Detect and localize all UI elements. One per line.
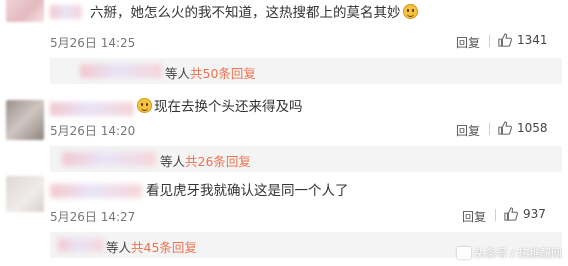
divider (495, 209, 496, 221)
like-count: 1058 (517, 121, 548, 135)
reply-count[interactable]: 共26条回复 (185, 154, 251, 169)
timestamp: 5月26日 14:20 (50, 124, 136, 138)
username[interactable] (50, 184, 142, 198)
like-count: 1341 (517, 33, 548, 47)
reply-button[interactable]: 回复 (462, 208, 486, 225)
timestamp: 5月26日 14:27 (50, 210, 136, 224)
reply-summary: 等人共26条回复 (160, 154, 251, 169)
reply-username (80, 64, 162, 78)
watermark-text: 头条号 / 热推配网 (474, 247, 562, 260)
avatar[interactable] (6, 0, 44, 22)
toutiao-logo-icon (457, 247, 472, 259)
divider (489, 123, 490, 135)
reply-thread-2[interactable]: 等人共26条回复 (50, 146, 562, 172)
reply-button[interactable]: 回复 (456, 122, 480, 139)
thumbs-up-icon (504, 207, 518, 221)
thumbs-up-icon (498, 121, 512, 135)
username[interactable] (50, 5, 82, 19)
reply-summary: 等人共50条回复 (165, 66, 256, 81)
avatar[interactable] (6, 176, 44, 212)
comment-2: 现在去换个头还来得及吗 5月26日 14:20 回复 1058 (0, 96, 568, 150)
like-button[interactable]: 1341 (498, 33, 548, 47)
smiley-emoji-icon (402, 4, 418, 19)
like-button[interactable]: 937 (504, 207, 546, 221)
comment-text: 六掰，她怎么火的我不知道，这热搜都上的莫名其妙 (90, 4, 418, 22)
comment-3: 看见虎牙我就确认这是同一个人了 5月26日 14:27 回复 937 (0, 176, 568, 230)
like-button[interactable]: 1058 (498, 121, 548, 135)
username[interactable] (50, 102, 134, 116)
reply-username (62, 152, 156, 166)
reply-username (58, 238, 104, 252)
comment-text: 现在去换个头还来得及吗 (137, 98, 303, 116)
reply-thread-1[interactable]: 等人共50条回复 (50, 58, 562, 84)
watermark: 头条号 / 热推配网 (457, 245, 562, 261)
reply-count[interactable]: 共45条回复 (131, 240, 197, 255)
comment-1: 六掰，她怎么火的我不知道，这热搜都上的莫名其妙 5月26日 14:25 回复 1… (0, 0, 568, 60)
like-count: 937 (523, 207, 546, 221)
timestamp: 5月26日 14:25 (50, 36, 136, 50)
reply-summary: 等人共45条回复 (106, 240, 197, 255)
reply-button[interactable]: 回复 (456, 34, 480, 51)
comment-text: 看见虎牙我就确认这是同一个人了 (146, 183, 349, 199)
thumbs-up-icon (498, 33, 512, 47)
reply-count[interactable]: 共50条回复 (190, 66, 256, 81)
avatar[interactable] (6, 100, 44, 140)
divider (489, 35, 490, 47)
smiley-emoji-icon (137, 98, 152, 113)
